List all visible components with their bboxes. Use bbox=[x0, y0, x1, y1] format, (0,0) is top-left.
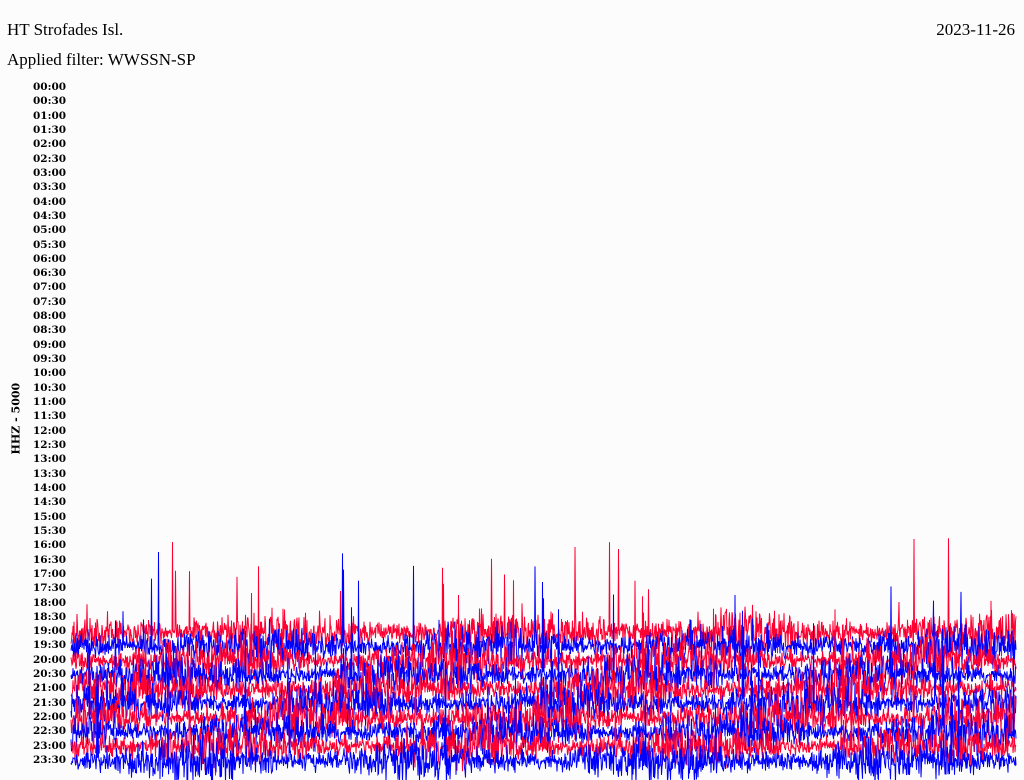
helicorder-plot bbox=[70, 538, 1017, 780]
